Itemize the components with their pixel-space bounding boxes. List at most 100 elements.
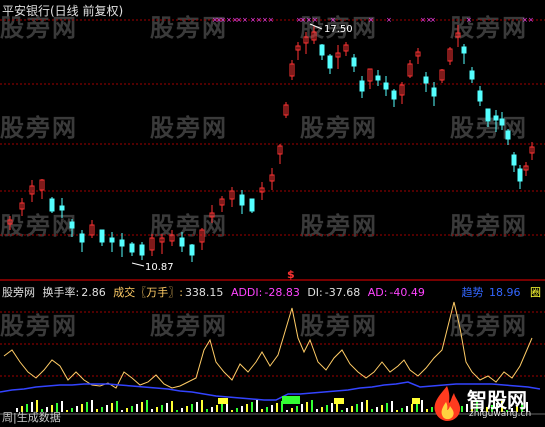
candle-body (129, 243, 135, 253)
marker-x-icon: × (420, 16, 426, 24)
volume-bar (186, 406, 188, 412)
candle-body (249, 198, 255, 212)
marker-x-icon: × (256, 16, 262, 24)
candle-body (359, 80, 365, 92)
volume-bar (196, 402, 198, 412)
volume-bar (86, 402, 88, 412)
low-label: 10.87 (145, 262, 174, 273)
candle-body (179, 237, 185, 247)
volume-bar (426, 409, 428, 412)
volume-bar (421, 400, 423, 412)
marker-x-icon: × (236, 16, 242, 24)
volume-bar (121, 410, 123, 412)
volume-bar (401, 408, 403, 412)
marker-x-icon: × (306, 16, 312, 24)
volume-bar (376, 407, 378, 412)
indicator-tags: 趋势 18.96 圈 (456, 284, 542, 300)
volume-bar (286, 410, 288, 412)
volume-bar (181, 408, 183, 412)
volume-bar (391, 401, 393, 412)
volume-bar (211, 407, 213, 412)
volume-bar (346, 408, 348, 412)
volume-bar (361, 402, 363, 412)
candle-body (499, 118, 505, 126)
site-logo[interactable]: 智股网 zhiguwang.cn (429, 384, 541, 424)
turnover-line (3, 301, 533, 389)
volume-bar (156, 407, 158, 412)
candle-body (511, 154, 517, 166)
volume-bar (371, 409, 373, 412)
candle-body (461, 46, 467, 54)
marker-x-icon: × (226, 16, 232, 24)
volume-bar (276, 403, 278, 412)
signal-block (218, 398, 228, 404)
volume-bar (146, 400, 148, 412)
volume-bar (116, 401, 118, 412)
marker-x-icon: × (220, 16, 226, 24)
candle-body (493, 115, 499, 121)
volume-bar (141, 402, 143, 412)
turnover-label: 换手率: (42, 286, 80, 299)
candle-body (375, 75, 381, 81)
indicator-brand: 股旁网 (2, 286, 35, 299)
volume-bar (206, 409, 208, 412)
volume-bar (96, 409, 98, 412)
trend-tag: 趋势 (461, 286, 484, 299)
volume-bar (411, 404, 413, 412)
volume-bar (76, 406, 78, 412)
candle-body (505, 130, 511, 140)
volume-bar (331, 403, 333, 412)
circle-tag: 圈 (530, 286, 541, 299)
volume-bar (111, 403, 113, 412)
ad-value: -40.49 (389, 286, 425, 299)
marker-x-icon: × (312, 16, 318, 24)
candle-body (69, 221, 75, 229)
marker-x-icon: × (430, 16, 436, 24)
logo-url: zhiguwang.cn (469, 409, 532, 419)
volume-bar (261, 409, 263, 412)
candle-body (119, 239, 125, 247)
volume-bar (306, 402, 308, 412)
candle-body (423, 76, 429, 84)
volume-bar (256, 400, 258, 412)
volume-bar (326, 405, 328, 412)
volume-bar (266, 407, 268, 412)
candle-body (49, 198, 55, 212)
volume-bar (166, 403, 168, 412)
candle-body (391, 90, 397, 100)
volume-bar (91, 400, 93, 412)
candle-body (99, 229, 105, 243)
volume-bar (406, 406, 408, 412)
di-value: -37.68 (324, 286, 361, 299)
indicator-readout: 股旁网 换手率: 2.86 成交〖万手〗: 338.15 ADDI: -28.83 D… (2, 284, 429, 300)
volume-bar (356, 404, 358, 412)
candle-body (109, 237, 115, 243)
candle-body (139, 244, 145, 256)
candle-body (189, 244, 195, 256)
volume-bar (321, 407, 323, 412)
volume-bar (151, 409, 153, 412)
volume-bar (296, 406, 298, 412)
volume-bar (311, 400, 313, 412)
volume-bar (106, 405, 108, 412)
candle-body (327, 55, 333, 69)
candle-body (517, 168, 523, 182)
marker-x-icon: × (268, 16, 274, 24)
high-arrow (309, 23, 323, 30)
low-arrow (131, 262, 145, 267)
volume-bar (171, 401, 173, 412)
marker-x-icon: × (528, 16, 534, 24)
turnover-value: 2.86 (81, 286, 106, 299)
volume-bar (246, 404, 248, 412)
marker-x-icon: × (368, 16, 374, 24)
volume-bar (191, 404, 193, 412)
marker-x-icon: × (242, 16, 248, 24)
volume-value: 338.15 (184, 286, 224, 299)
marker-x-icon: × (300, 16, 306, 24)
volume-bar (101, 407, 103, 412)
signal-block (334, 398, 344, 404)
volume-bar (341, 410, 343, 412)
marker-x-icon: × (466, 16, 472, 24)
candle-body (477, 90, 483, 102)
price-chart[interactable]: ××× × ×× × × × × × ×× × × × × × × ×× × × × 17.50 10.87 $ (0, 0, 545, 427)
